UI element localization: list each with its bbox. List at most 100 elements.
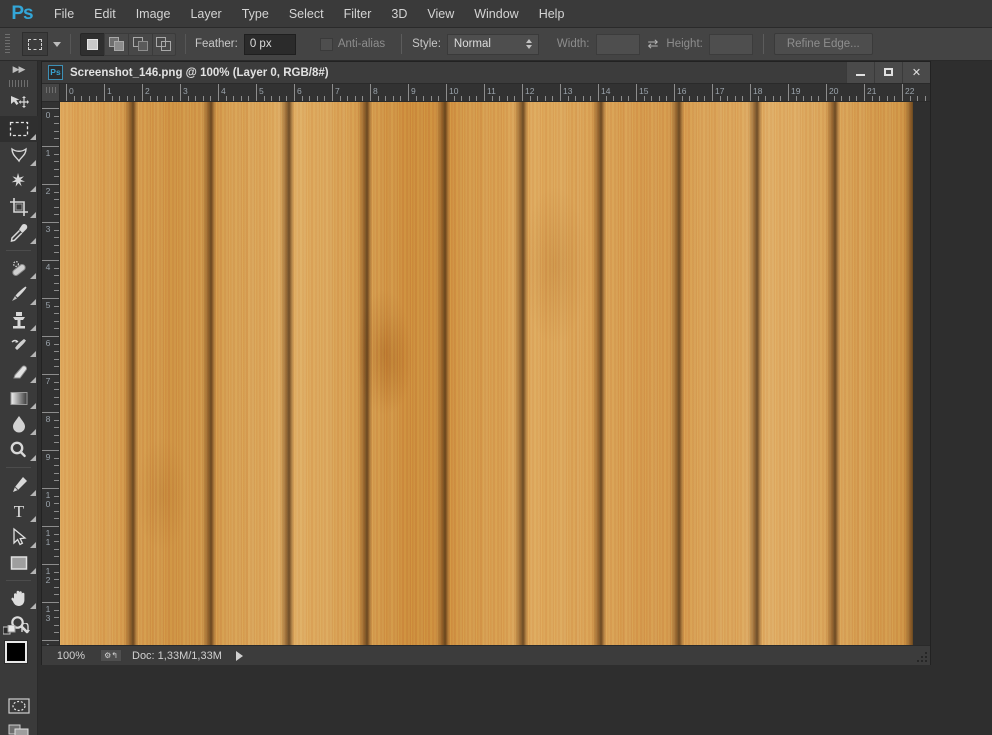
move-tool[interactable] — [0, 90, 38, 116]
blur-tool[interactable] — [0, 411, 38, 437]
rectangle-tool[interactable] — [0, 550, 38, 576]
close-button[interactable]: ✕ — [902, 61, 930, 83]
eraser-tool[interactable] — [0, 359, 38, 385]
ruler-minor-tick — [157, 96, 159, 101]
document-title-bar[interactable]: Ps Screenshot_146.png @ 100% (Layer 0, R… — [42, 61, 930, 84]
options-bar-grip[interactable] — [0, 28, 14, 61]
ruler-minor-tick — [400, 96, 402, 101]
add-to-selection-button[interactable] — [104, 32, 128, 56]
canvas-area[interactable] — [60, 102, 930, 665]
ruler-tick — [142, 84, 143, 101]
rectangular-marquee-tool[interactable] — [0, 116, 38, 142]
chevron-down-icon[interactable] — [53, 41, 61, 47]
double-chevron-right-icon[interactable]: ▶▶ — [0, 61, 37, 77]
menu-item-view[interactable]: View — [417, 0, 464, 28]
vertical-ruler[interactable]: 01234567891011121314 — [42, 102, 60, 665]
screen-mode-button[interactable] — [0, 719, 38, 735]
ruler-minor-tick — [757, 96, 759, 101]
ruler-minor-tick — [54, 594, 59, 596]
spot-healing-brush-tool[interactable] — [0, 255, 38, 281]
menu-item-select[interactable]: Select — [279, 0, 334, 28]
expand-arrow-icon[interactable] — [235, 650, 243, 661]
crop-tool[interactable] — [0, 194, 38, 220]
default-colors-icon[interactable] — [3, 625, 17, 637]
ruler-minor-tick — [134, 96, 136, 101]
tools-panel: ▶▶ T — [0, 61, 38, 735]
foreground-color-swatch[interactable] — [5, 641, 27, 663]
menu-item-window[interactable]: Window — [464, 0, 528, 28]
ruler-minor-tick — [529, 96, 531, 101]
ruler-minor-tick — [704, 96, 706, 101]
gradient-tool[interactable] — [0, 385, 38, 411]
ruler-label: 0 — [45, 110, 51, 120]
magic-wand-tool[interactable] — [0, 168, 38, 194]
ruler-corner[interactable] — [42, 84, 60, 102]
ruler-minor-tick — [54, 571, 59, 573]
ruler-tick — [750, 84, 751, 101]
anti-alias-checkbox[interactable] — [319, 37, 333, 51]
swap-colors-icon[interactable] — [20, 623, 33, 635]
ruler-minor-tick — [385, 96, 387, 101]
type-tool[interactable]: T — [0, 498, 38, 524]
feather-input[interactable]: 0 px — [243, 33, 296, 55]
refine-edge-button[interactable]: Refine Edge... — [773, 33, 873, 55]
tools-panel-grip[interactable] — [0, 77, 37, 90]
ruler-minor-tick — [841, 96, 843, 101]
path-selection-tool[interactable] — [0, 524, 38, 550]
image-canvas[interactable] — [60, 102, 913, 647]
menu-item-filter[interactable]: Filter — [334, 0, 382, 28]
ruler-tick — [42, 640, 59, 641]
hand-tool[interactable] — [0, 585, 38, 611]
ruler-tick — [522, 84, 523, 101]
tool-preset-picker[interactable] — [22, 32, 61, 56]
zoom-level[interactable]: 100% — [42, 650, 100, 662]
ruler-minor-tick — [894, 96, 896, 101]
healing-brush-icon — [12, 260, 26, 276]
dodge-tool[interactable] — [0, 437, 38, 463]
menu-item-image[interactable]: Image — [126, 0, 181, 28]
ruler-minor-tick — [240, 96, 242, 101]
ruler-minor-tick — [544, 96, 546, 101]
brush-tool[interactable] — [0, 281, 38, 307]
ruler-minor-tick — [499, 96, 501, 101]
doc-info-icon[interactable]: ⚙↰ — [100, 649, 122, 662]
resize-grip[interactable] — [916, 651, 928, 663]
menu-item-file[interactable]: File — [44, 0, 84, 28]
new-selection-button[interactable] — [80, 32, 104, 56]
ruler-tick — [42, 564, 59, 565]
width-input[interactable] — [595, 33, 640, 55]
ruler-minor-tick — [164, 96, 166, 101]
eyedropper-tool[interactable] — [0, 220, 38, 246]
pen-tool[interactable] — [0, 472, 38, 498]
ruler-minor-tick — [54, 244, 59, 246]
subtract-from-selection-button[interactable] — [128, 32, 152, 56]
horizontal-ruler[interactable]: 0 1 2 3 4 5 6 7 8 9 10 11 12 13 14 15 16 17 18 19 20 21 22 — [60, 84, 930, 102]
ruler-minor-tick — [803, 96, 805, 101]
menu-item-3d[interactable]: 3D — [381, 0, 417, 28]
clone-stamp-tool[interactable] — [0, 307, 38, 333]
ruler-minor-tick — [689, 96, 691, 101]
ruler-minor-tick — [54, 533, 59, 535]
history-brush-tool[interactable] — [0, 333, 38, 359]
ruler-minor-tick — [301, 96, 303, 101]
restore-button[interactable] — [874, 61, 902, 83]
ruler-minor-tick — [438, 96, 440, 101]
quick-mask-button[interactable] — [0, 693, 38, 719]
ruler-minor-tick — [271, 96, 273, 101]
style-select[interactable]: Normal — [446, 33, 539, 55]
lasso-tool[interactable] — [0, 142, 38, 168]
ruler-minor-tick — [195, 96, 197, 101]
menu-item-layer[interactable]: Layer — [180, 0, 231, 28]
menu-item-type[interactable]: Type — [232, 0, 279, 28]
swap-arrows-icon[interactable]: ⇄ — [640, 36, 667, 52]
menu-item-help[interactable]: Help — [529, 0, 575, 28]
menu-item-edit[interactable]: Edit — [84, 0, 126, 28]
svg-text:T: T — [14, 502, 25, 520]
ruler-label: 14 — [601, 86, 611, 96]
ruler-minor-tick — [54, 579, 59, 581]
ruler-minor-tick — [54, 480, 59, 482]
height-input[interactable] — [708, 33, 753, 55]
ruler-minor-tick — [537, 96, 539, 101]
minimize-button[interactable] — [846, 61, 874, 83]
intersect-with-selection-button[interactable] — [152, 32, 176, 56]
